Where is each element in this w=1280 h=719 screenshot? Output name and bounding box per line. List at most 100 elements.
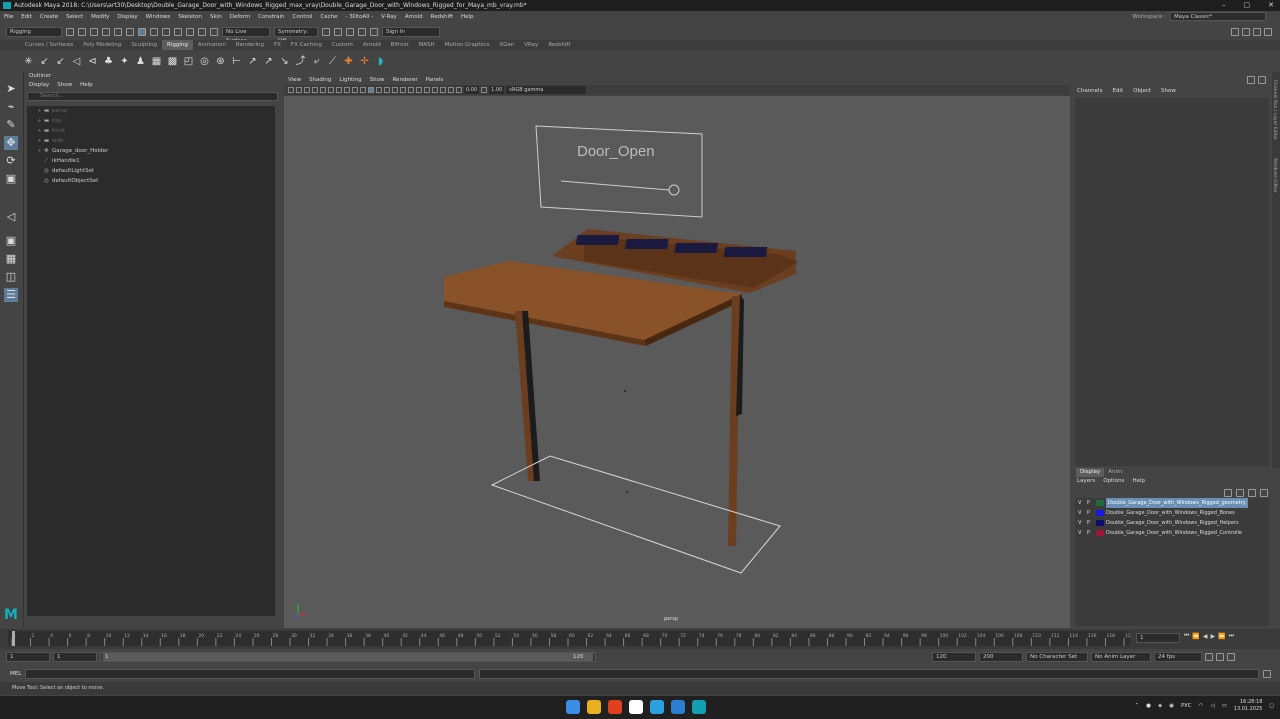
expand-icon[interactable]: +	[37, 136, 44, 146]
scale-constraint-icon[interactable]: ↘	[278, 55, 291, 68]
toggle-attribute-editor-icon[interactable]	[1242, 27, 1250, 36]
use-lights-icon[interactable]	[392, 87, 398, 93]
anim-prefs-icon[interactable]	[1227, 652, 1235, 661]
lasso-tool-icon[interactable]: ⌁	[4, 100, 18, 114]
lattice-icon[interactable]: ▦	[150, 55, 163, 68]
hypershade-icon[interactable]	[358, 27, 366, 36]
new-layer-icon[interactable]	[1248, 489, 1256, 497]
maya-app-icon[interactable]	[692, 700, 706, 714]
layer-playback-toggle[interactable]: P	[1087, 508, 1090, 518]
toggle-channel-box-icon[interactable]	[1264, 27, 1272, 36]
menu-14[interactable]: V-Ray	[377, 14, 401, 20]
toggle-tool-settings-icon[interactable]	[1253, 27, 1261, 36]
gamma-field[interactable]: 1.00	[489, 86, 505, 94]
isolate-select-icon[interactable]	[432, 87, 438, 93]
outliner-item[interactable]: ◎ defaultObjectSet	[27, 176, 275, 186]
layer-visibility-toggle[interactable]: V	[1078, 508, 1081, 518]
shadows-icon[interactable]	[400, 87, 406, 93]
tray-app-icon-2[interactable]: ◈	[1158, 703, 1162, 709]
menu-5[interactable]: Display	[113, 14, 141, 20]
channel-option-icon[interactable]	[1247, 76, 1255, 84]
save-scene-icon[interactable]	[90, 27, 98, 36]
quick-rig-icon[interactable]: ♣	[102, 55, 115, 68]
shelf-tab-3[interactable]: Rigging	[162, 40, 193, 50]
layer-color-swatch[interactable]	[1096, 520, 1104, 526]
outliner-search-input[interactable]: Search...	[27, 92, 278, 101]
motion-blur-icon[interactable]	[416, 87, 422, 93]
loop-icon[interactable]	[1205, 652, 1213, 661]
exposure-icon[interactable]	[456, 87, 462, 93]
tray-app-icon-3[interactable]: ◉	[1169, 703, 1174, 709]
battery-icon[interactable]: ▭	[1222, 703, 1227, 709]
layer-menu-2[interactable]: Help	[1132, 477, 1145, 486]
menu-6[interactable]: Windows	[142, 14, 175, 20]
layer-color-swatch[interactable]	[1096, 530, 1104, 536]
step-forward-key-icon[interactable]: ⏩	[1218, 633, 1225, 640]
channel-menu-3[interactable]: Show	[1161, 88, 1176, 94]
mel-input[interactable]	[25, 668, 476, 679]
anti-aliasing-icon[interactable]	[424, 87, 430, 93]
minimize-icon[interactable]: –	[1222, 0, 1226, 11]
undo-icon[interactable]	[102, 27, 110, 36]
shelf-tab-0[interactable]: Curves / Surfaces	[20, 40, 78, 50]
close-icon[interactable]: ✕	[1268, 0, 1274, 11]
layer-visibility-toggle[interactable]: V	[1078, 518, 1081, 528]
menu-7[interactable]: Skeleton	[174, 14, 206, 20]
layer-row[interactable]: V P Double_Garage_Door_with_Windows_Rigged…	[1075, 498, 1269, 508]
app-3-app-icon[interactable]	[671, 700, 685, 714]
workspace-dropdown[interactable]: Maya Classic*	[1170, 12, 1266, 21]
textured-icon[interactable]	[384, 87, 390, 93]
render-current-icon[interactable]	[322, 27, 330, 36]
tray-app-icon[interactable]: ●	[1146, 703, 1151, 709]
blend-shape-icon[interactable]: ◰	[182, 55, 195, 68]
layer-playback-toggle[interactable]: P	[1087, 528, 1090, 538]
shelf-tab-9[interactable]: Arnold	[358, 40, 386, 50]
outliner-item[interactable]: ⟋ ikHandle1	[27, 156, 275, 166]
fps-dropdown[interactable]: 24 fps	[1154, 651, 1202, 662]
shelf-tab-7[interactable]: FX Caching	[286, 40, 327, 50]
outliner-menu-2[interactable]: Help	[80, 81, 93, 90]
outliner-menu-1[interactable]: Show	[57, 81, 72, 90]
gamma-icon[interactable]	[481, 87, 488, 93]
layer-move-down-icon[interactable]	[1236, 489, 1244, 497]
layer-tab-1[interactable]: Anim	[1104, 468, 1126, 477]
snap-point-icon[interactable]	[186, 27, 194, 36]
range-slider[interactable]: 1 120	[100, 651, 596, 662]
four-view-icon[interactable]: ▦	[4, 252, 18, 266]
layer-tab-0[interactable]: Display	[1076, 468, 1105, 477]
bind-skin-icon[interactable]: ♟	[134, 55, 147, 68]
outliner-persp-view-icon[interactable]: ☰	[4, 288, 18, 302]
auto-key-icon[interactable]	[1216, 652, 1224, 661]
channel-menu-1[interactable]: Edit	[1112, 88, 1123, 94]
image-plane-icon[interactable]	[304, 87, 310, 93]
notification-icon[interactable]: ◻	[1269, 703, 1274, 709]
layer-row[interactable]: V P Double_Garage_Door_with_Windows_Rigged…	[1075, 518, 1269, 528]
tray-lang[interactable]: РУС	[1181, 703, 1192, 709]
layer-playback-toggle[interactable]: P	[1087, 498, 1090, 508]
sign-in-button[interactable]: Sign In	[382, 26, 440, 37]
viewport-menu-0[interactable]: View	[288, 76, 301, 85]
parent-constraint-icon[interactable]: ⊢	[230, 55, 243, 68]
ipr-render-icon[interactable]	[334, 27, 342, 36]
scale-tool-icon[interactable]: ▣	[4, 172, 18, 186]
shelf-tab-6[interactable]: FX	[269, 40, 286, 50]
set-driven-key-icon[interactable]: ⟋	[326, 55, 339, 68]
current-frame-field[interactable]: 1	[1136, 633, 1180, 643]
xray-icon[interactable]	[440, 87, 446, 93]
shelf-tab-10[interactable]: Bifrost	[386, 40, 414, 50]
two-view-icon[interactable]: ◫	[4, 270, 18, 284]
menu-8[interactable]: Skin	[206, 14, 226, 20]
menu-12[interactable]: Cache	[316, 14, 341, 20]
go-to-end-icon[interactable]: ⏭	[1229, 632, 1234, 640]
expand-icon[interactable]: +	[37, 116, 44, 126]
film-gate-icon[interactable]	[320, 87, 326, 93]
wireframe-icon[interactable]	[360, 87, 366, 93]
field-chart-icon[interactable]	[344, 87, 350, 93]
viewport-menu-2[interactable]: Lighting	[339, 76, 361, 85]
mash-icon[interactable]: ◗	[374, 55, 387, 68]
menu-13[interactable]: - 3DtoAll -	[342, 14, 378, 20]
render-settings-icon[interactable]	[346, 27, 354, 36]
outliner-item[interactable]: + ▬ persp	[27, 106, 275, 116]
channel-menu-0[interactable]: Channels	[1077, 88, 1102, 94]
human-ik-icon[interactable]: ✦	[118, 55, 131, 68]
